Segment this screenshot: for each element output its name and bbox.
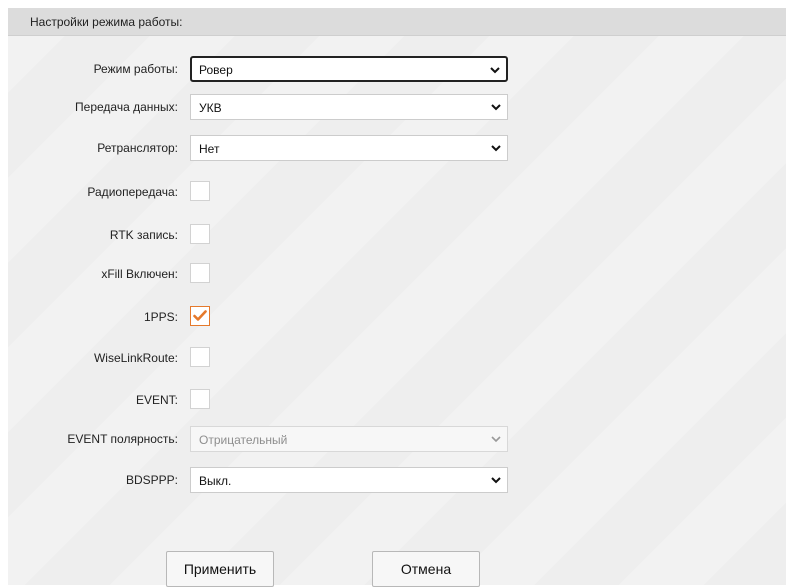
data-transfer-value: УКВ	[199, 101, 222, 115]
panel-header: Настройки режима работы:	[8, 8, 786, 36]
wiselink-checkbox[interactable]	[190, 347, 210, 367]
event-polarity-select[interactable]: Отрицательный	[190, 426, 508, 452]
data-transfer-label: Передача данных:	[75, 100, 178, 114]
data-transfer-select[interactable]: УКВ	[190, 94, 508, 120]
rtk-record-row: RTK запись:	[8, 222, 786, 250]
cancel-button[interactable]: Отмена	[372, 551, 480, 587]
chevron-down-icon	[491, 475, 501, 485]
pps-row: 1PPS:	[8, 304, 786, 332]
work-mode-label: Режим работы:	[93, 62, 178, 76]
rtk-record-checkbox[interactable]	[190, 224, 210, 244]
radio-transmit-checkbox[interactable]	[190, 181, 210, 201]
panel-title: Настройки режима работы:	[30, 15, 183, 29]
event-checkbox[interactable]	[190, 389, 210, 409]
checkmark-icon	[193, 310, 207, 321]
work-mode-value: Ровер	[199, 63, 233, 77]
settings-panel: Настройки режима работы: Режим работы: Р…	[8, 8, 786, 587]
chevron-down-icon	[491, 434, 501, 444]
bdsppp-row: BDSPPP: Выкл.	[8, 467, 786, 495]
xfill-checkbox[interactable]	[190, 263, 210, 283]
wiselink-label: WiseLinkRoute:	[93, 351, 178, 365]
event-polarity-row: EVENT полярность: Отрицательный	[8, 426, 786, 454]
event-polarity-value: Отрицательный	[199, 433, 288, 447]
chevron-down-icon	[490, 65, 500, 75]
work-mode-select[interactable]: Ровер	[190, 56, 508, 82]
bdsppp-select[interactable]: Выкл.	[190, 467, 508, 493]
xfill-label: xFill Включен:	[101, 267, 178, 281]
chevron-down-icon	[491, 143, 501, 153]
chevron-down-icon	[491, 102, 501, 112]
bdsppp-label: BDSPPP:	[125, 473, 178, 487]
repeater-label: Ретранслятор:	[97, 141, 178, 155]
repeater-value: Нет	[199, 142, 220, 156]
apply-button[interactable]: Применить	[166, 551, 274, 587]
event-polarity-label: EVENT полярность:	[67, 432, 178, 446]
repeater-row: Ретранслятор: Нет	[8, 135, 786, 163]
repeater-select[interactable]: Нет	[190, 135, 508, 161]
pps-label: 1PPS:	[143, 310, 178, 324]
work-mode-row: Режим работы: Ровер	[8, 56, 786, 84]
rtk-record-label: RTK запись:	[109, 228, 178, 242]
xfill-row: xFill Включен:	[8, 261, 786, 289]
event-label: EVENT:	[135, 393, 178, 407]
event-row: EVENT:	[8, 387, 786, 415]
pps-checkbox[interactable]	[190, 306, 210, 326]
bdsppp-value: Выкл.	[199, 474, 232, 488]
radio-transmit-row: Радиопередача:	[8, 179, 786, 207]
wiselink-row: WiseLinkRoute:	[8, 345, 786, 373]
radio-transmit-label: Радиопередача:	[87, 185, 178, 199]
data-transfer-row: Передача данных: УКВ	[8, 94, 786, 122]
